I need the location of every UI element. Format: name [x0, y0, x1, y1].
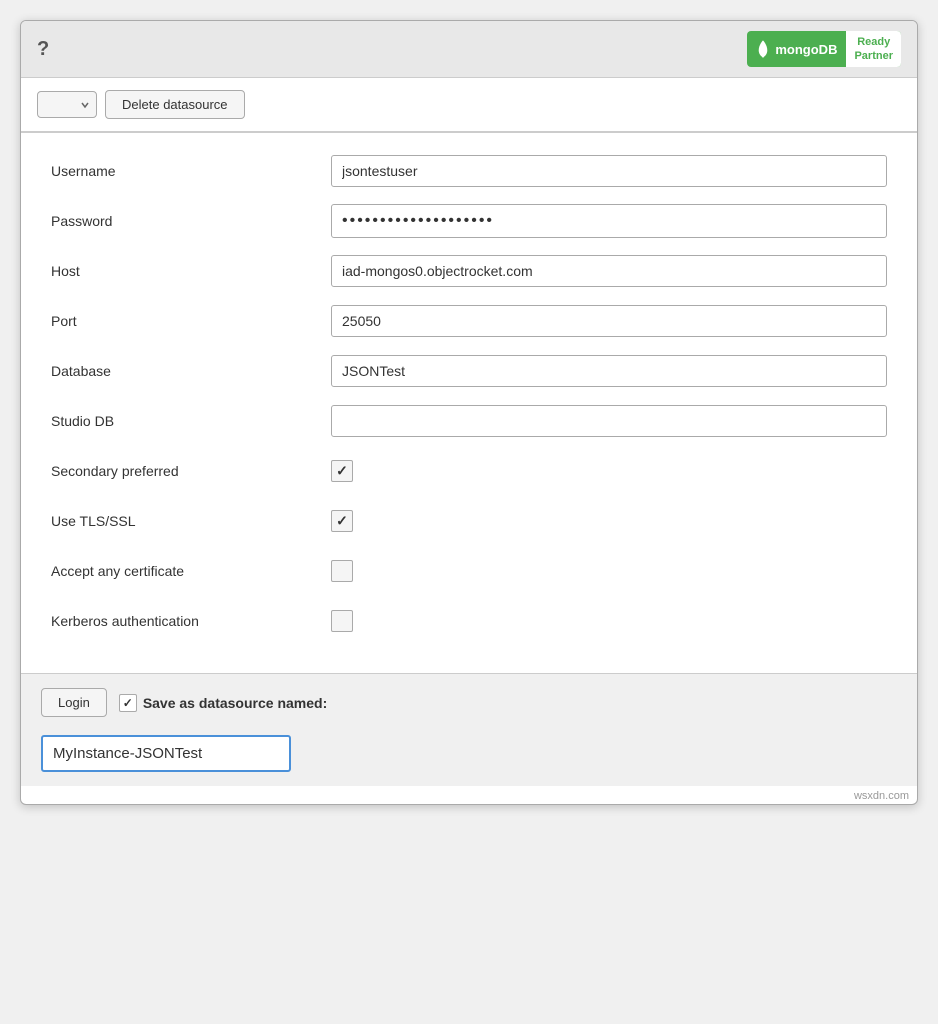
secondary-preferred-checkbox[interactable]: [331, 460, 353, 482]
title-bar: ? mongoDB ReadyPartner: [21, 21, 917, 78]
use-tls-checkbox[interactable]: [331, 510, 353, 532]
mongodb-leaf-icon: [755, 39, 771, 59]
port-row: Port: [51, 303, 887, 339]
accept-cert-row: Accept any certificate: [51, 553, 887, 589]
port-input[interactable]: [331, 305, 887, 337]
kerberos-checkbox-wrapper: [331, 610, 353, 632]
database-row: Database: [51, 353, 887, 389]
mongodb-text: mongoDB: [775, 42, 837, 57]
footer-area: Login Save as datasource named:: [21, 673, 917, 786]
watermark: wsxdn.com: [21, 786, 917, 804]
secondary-preferred-checkbox-wrapper: [331, 460, 353, 482]
mongodb-logo: mongoDB: [747, 35, 845, 63]
port-label: Port: [51, 313, 331, 329]
main-window: ? mongoDB ReadyPartner Delete datasource…: [20, 20, 918, 805]
datasource-select[interactable]: [37, 91, 97, 118]
use-tls-row: Use TLS/SSL: [51, 503, 887, 539]
save-datasource-label: Save as datasource named:: [143, 695, 327, 711]
datasource-name-input[interactable]: [41, 735, 291, 772]
save-label-container: Save as datasource named:: [119, 694, 327, 712]
database-input[interactable]: [331, 355, 887, 387]
form-area: Username Password Host Port Database Stu…: [21, 133, 917, 673]
toolbar: Delete datasource: [21, 78, 917, 133]
studio-db-label: Studio DB: [51, 413, 331, 429]
question-mark: ?: [37, 38, 49, 61]
studio-db-input[interactable]: [331, 405, 887, 437]
kerberos-row: Kerberos authentication: [51, 603, 887, 639]
host-input[interactable]: [331, 255, 887, 287]
studio-db-row: Studio DB: [51, 403, 887, 439]
kerberos-label: Kerberos authentication: [51, 613, 331, 629]
footer-row: Login Save as datasource named:: [41, 688, 897, 717]
secondary-preferred-row: Secondary preferred: [51, 453, 887, 489]
host-label: Host: [51, 263, 331, 279]
delete-datasource-button[interactable]: Delete datasource: [105, 90, 245, 119]
mongodb-badge: mongoDB ReadyPartner: [747, 31, 901, 67]
username-label: Username: [51, 163, 331, 179]
accept-cert-checkbox[interactable]: [331, 560, 353, 582]
mongodb-ready-text: ReadyPartner: [845, 31, 901, 67]
password-row: Password: [51, 203, 887, 239]
password-label: Password: [51, 213, 331, 229]
footer-bottom: [41, 725, 897, 772]
save-datasource-checkbox[interactable]: [119, 694, 137, 712]
login-button[interactable]: Login: [41, 688, 107, 717]
kerberos-checkbox[interactable]: [331, 610, 353, 632]
host-row: Host: [51, 253, 887, 289]
database-label: Database: [51, 363, 331, 379]
username-row: Username: [51, 153, 887, 189]
username-input[interactable]: [331, 155, 887, 187]
use-tls-checkbox-wrapper: [331, 510, 353, 532]
use-tls-label: Use TLS/SSL: [51, 513, 331, 529]
secondary-preferred-label: Secondary preferred: [51, 463, 331, 479]
password-input[interactable]: [331, 204, 887, 238]
accept-cert-label: Accept any certificate: [51, 563, 331, 579]
accept-cert-checkbox-wrapper: [331, 560, 353, 582]
